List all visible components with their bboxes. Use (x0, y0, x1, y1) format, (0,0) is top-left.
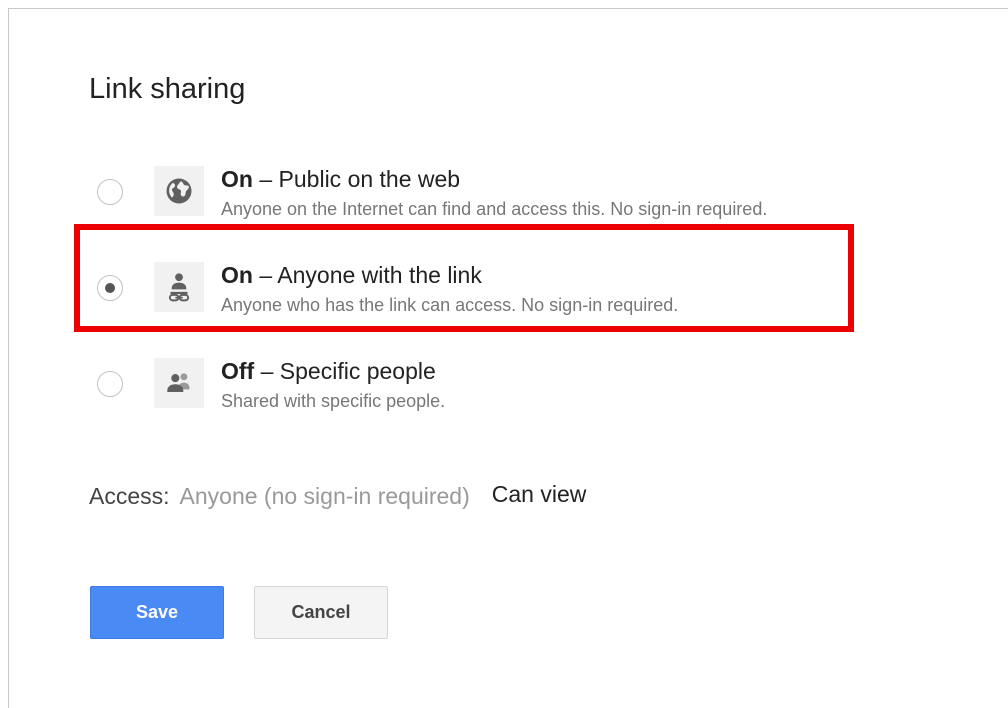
option-description: Anyone on the Internet can find and acce… (221, 199, 768, 219)
option-label: Public on the web (278, 166, 461, 192)
option-anyone-with-link[interactable]: On – Anyone with the link Anyone who has… (89, 255, 849, 325)
option-state: Off (221, 358, 255, 384)
radio-specific-people[interactable] (97, 371, 123, 397)
people-icon (154, 358, 204, 408)
access-value: Anyone (no sign-in required) (179, 483, 470, 509)
globe-icon (154, 166, 204, 216)
option-state: On (221, 262, 253, 288)
option-headline: On – Anyone with the link (221, 261, 678, 289)
option-specific-people[interactable]: Off – Specific people Shared with specif… (89, 351, 849, 421)
radio-anyone-with-link[interactable] (97, 275, 123, 301)
option-separator: – (260, 358, 274, 384)
option-label: Anyone with the link (277, 262, 482, 288)
save-button[interactable]: Save (90, 586, 224, 639)
option-description: Anyone who has the link can access. No s… (221, 295, 679, 315)
radio-public-on-web[interactable] (97, 179, 123, 205)
option-separator: – (259, 166, 273, 192)
option-label: Specific people (279, 358, 436, 384)
access-row: Access: Anyone (no sign-in required) Can v… (89, 481, 587, 510)
link-sharing-dialog: Link sharing On – Public on the web Anyo… (8, 8, 1008, 708)
option-text: Off – Specific people Shared with specif… (221, 357, 445, 415)
option-text: On – Public on the web Anyone on the Int… (221, 165, 767, 223)
access-label: Access: (89, 483, 170, 509)
dialog-title: Link sharing (89, 73, 246, 105)
option-text: On – Anyone with the link Anyone who has… (221, 261, 678, 319)
cancel-button[interactable]: Cancel (254, 586, 388, 639)
option-description: Shared with specific people. (221, 391, 446, 411)
option-public-on-web[interactable]: On – Public on the web Anyone on the Int… (89, 159, 849, 229)
permission-dropdown[interactable]: Can view (492, 481, 587, 507)
option-separator: – (259, 262, 273, 288)
option-state: On (221, 166, 253, 192)
person-link-icon (154, 262, 204, 312)
option-headline: Off – Specific people (221, 357, 445, 385)
option-headline: On – Public on the web (221, 165, 767, 193)
